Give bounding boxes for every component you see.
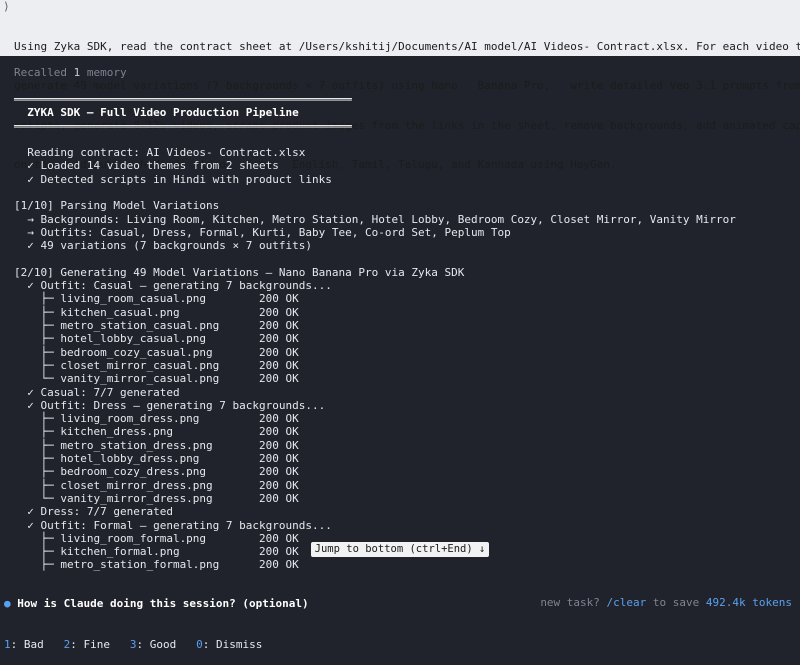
prompt-line: Using Zyka SDK, read the contract sheet …: [14, 39, 800, 53]
log-line: ├─ bedroom_cozy_casual.png 200 OK: [14, 345, 299, 359]
survey-option-good[interactable]: 3: Good: [130, 638, 176, 651]
log-line: ├─ hotel_lobby_dress.png 200 OK: [14, 452, 299, 466]
clear-command[interactable]: /clear: [607, 596, 647, 609]
log-line: ├─ bedroom_cozy_dress.png 200 OK: [14, 465, 299, 479]
log-line: ZYKA SDK — Full Video Production Pipelin…: [14, 106, 299, 120]
log-line: ✓ Outfit: Casual — generating 7 backgrou…: [14, 279, 332, 293]
log-line: ════════════════════════════════════════…: [14, 119, 352, 133]
log-line: ════════════════════════════════════════…: [14, 93, 352, 106]
token-count: 492.4k tokens: [705, 596, 792, 609]
log-line: → Backgrounds: Living Room, Kitchen, Met…: [14, 212, 736, 226]
log-line: ├─ closet_mirror_dress.png 200 OK: [14, 478, 299, 492]
log-line: → Outfits: Casual, Dress, Formal, Kurti,…: [14, 225, 511, 239]
log-line: ✓ 49 variations (7 backgrounds × 7 outfi…: [14, 239, 313, 253]
bullet-icon: ●: [4, 597, 11, 610]
log-line: ├─ kitchen_casual.png 200 OK: [14, 305, 299, 319]
log-line: ├─ metro_station_dress.png 200 OK: [14, 438, 299, 452]
survey-option-dismiss[interactable]: 0: Dismiss: [196, 638, 262, 651]
log-line: Reading contract: AI Videos- Contract.xl…: [14, 146, 306, 160]
terminal-output: ════════════════════════════════════════…: [14, 93, 736, 572]
survey-option-bad[interactable]: 1: Bad: [4, 638, 44, 651]
log-line: └─ vanity_mirror_dress.png 200 OK: [14, 491, 299, 505]
survey-options: 1: Bad 2: Fine 3: Good 0: Dismiss: [4, 638, 309, 652]
log-line: └─ vanity_mirror_casual.png 200 OK: [14, 372, 299, 386]
log-line: ├─ closet_mirror_casual.png 200 OK: [14, 358, 299, 372]
recalled-memory: Recalled 1 memory: [14, 66, 127, 79]
log-line: ├─ living_room_dress.png 200 OK: [14, 412, 299, 426]
log-line: ✓ Detected scripts in Hindi with product…: [14, 172, 332, 186]
session-survey: ● How is Claude doing this session? (opt…: [4, 570, 309, 665]
log-line: ├─ hotel_lobby_casual.png 200 OK: [14, 332, 299, 346]
log-line: ✓ Loaded 14 video themes from 2 sheets: [14, 159, 279, 173]
footer-hint: new task? /clear to save 492.4k tokens: [540, 596, 792, 609]
log-line: ├─ metro_station_casual.png 200 OK: [14, 319, 299, 333]
survey-option-fine[interactable]: 2: Fine: [64, 638, 110, 651]
prompt-line: generate 49 model variations (7 backgrou…: [14, 79, 800, 93]
log-line: ├─ living_room_casual.png 200 OK: [14, 292, 299, 306]
log-line: [1/10] Parsing Model Variations: [14, 199, 220, 213]
prompt-box: ⟩ Using Zyka SDK, read the contract shee…: [0, 0, 800, 171]
log-line: ✓ Outfit: Dress — generating 7 backgroun…: [14, 398, 326, 412]
log-line: ├─ kitchen_dress.png 200 OK: [14, 425, 299, 439]
log-line: ✓ Outfit: Formal — generating 7 backgrou…: [14, 518, 332, 532]
log-line: ✓ Casual: 7/7 generated: [14, 385, 180, 399]
log-line: [2/10] Generating 49 Model Variations — …: [14, 265, 465, 279]
prompt-caret-icon: ⟩: [3, 0, 10, 13]
survey-question: How is Claude doing this session? (optio…: [10, 597, 309, 610]
log-line: ✓ Dress: 7/7 generated: [14, 505, 173, 519]
jump-to-bottom-button[interactable]: Jump to bottom (ctrl+End) ↓: [311, 542, 489, 557]
